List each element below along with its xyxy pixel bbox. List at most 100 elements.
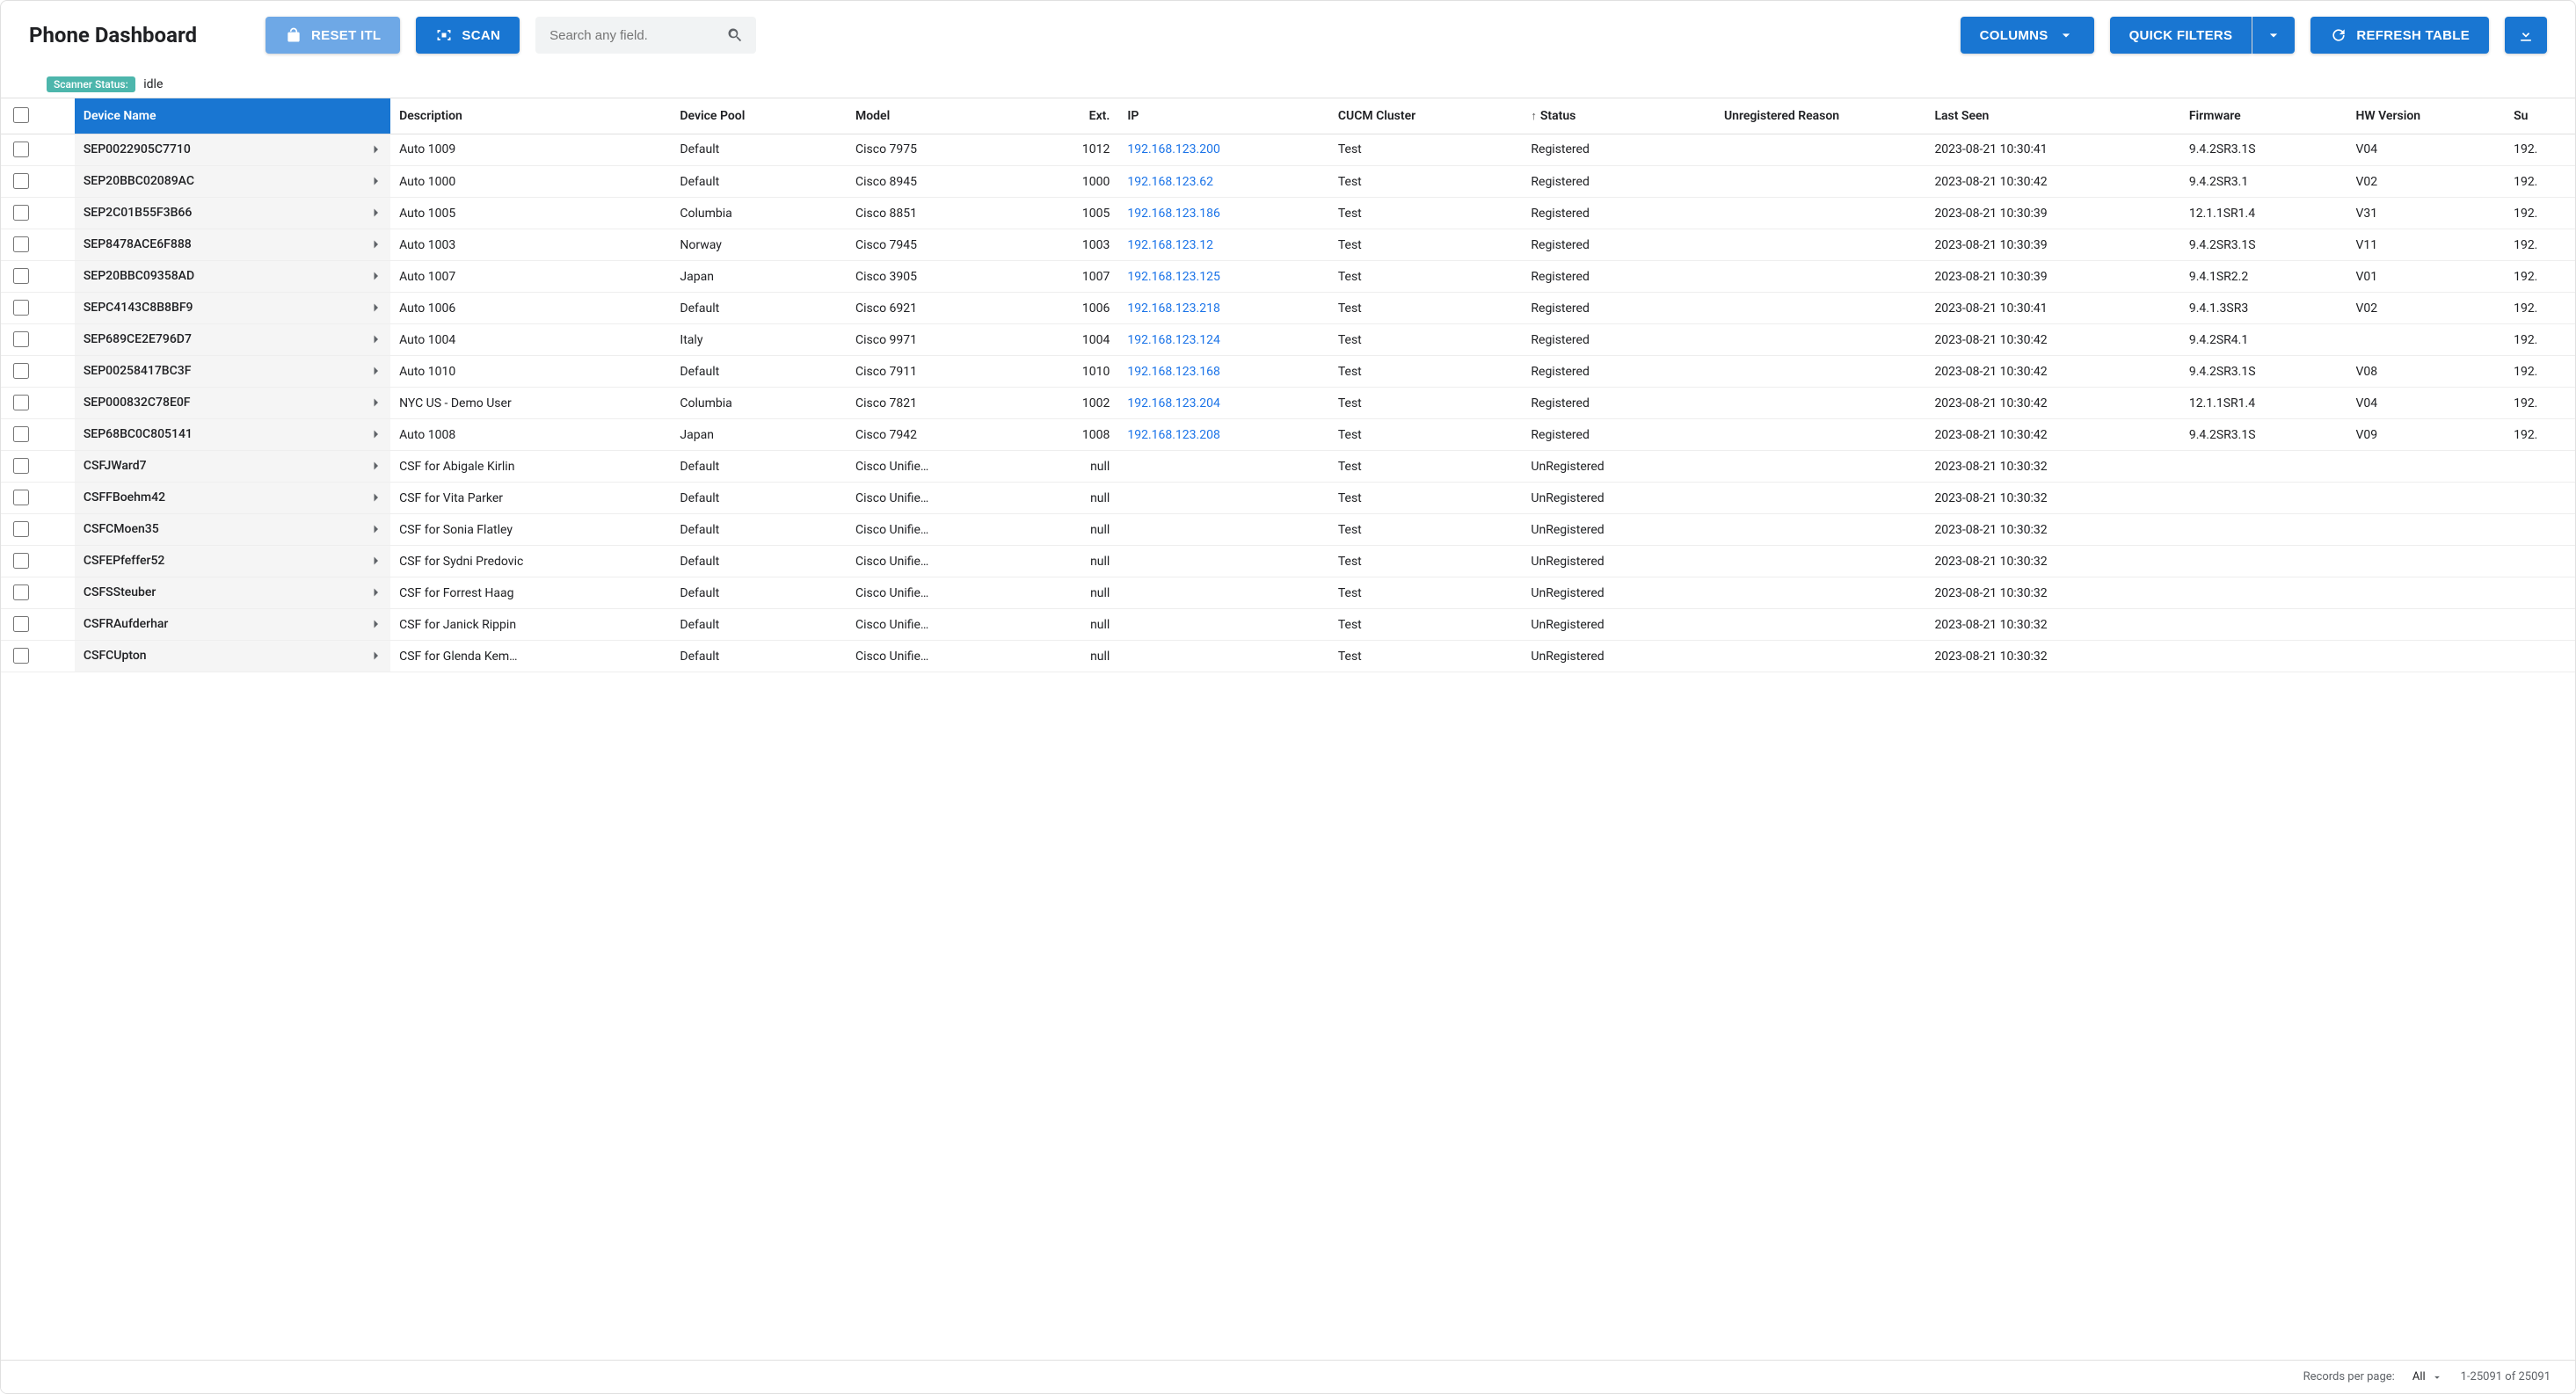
device-name-cell[interactable]: CSFRAufderhar — [75, 609, 390, 641]
row-checkbox[interactable] — [13, 205, 29, 221]
col-ext[interactable]: Ext. — [1022, 98, 1119, 134]
device-name-cell[interactable]: CSFCUpton — [75, 641, 390, 672]
model-cell: Cisco 7945 — [847, 229, 1022, 261]
row-checkbox-cell[interactable] — [1, 293, 75, 324]
row-checkbox[interactable] — [13, 616, 29, 632]
row-checkbox[interactable] — [13, 395, 29, 410]
select-all-checkbox[interactable] — [13, 107, 29, 123]
row-checkbox[interactable] — [13, 363, 29, 379]
hw-version-cell: V31 — [2347, 198, 2505, 229]
device-name-cell[interactable]: SEP000832C78E0F — [75, 388, 390, 419]
ip-link[interactable]: 192.168.123.208 — [1127, 428, 1220, 442]
row-checkbox[interactable] — [13, 268, 29, 284]
download-button[interactable] — [2505, 17, 2547, 54]
row-checkbox-cell[interactable] — [1, 483, 75, 514]
ext-cell: 1004 — [1022, 324, 1119, 356]
device-name-cell[interactable]: CSFEPfeffer52 — [75, 546, 390, 577]
ext-cell: 1005 — [1022, 198, 1119, 229]
row-checkbox-cell[interactable] — [1, 641, 75, 672]
device-name-cell[interactable]: SEP689CE2E796D7 — [75, 324, 390, 356]
model-cell: Cisco Unifie… — [847, 577, 1022, 609]
unreg-reason-cell — [1715, 229, 1926, 261]
row-checkbox-cell[interactable] — [1, 609, 75, 641]
ip-link[interactable]: 192.168.123.218 — [1127, 301, 1220, 316]
col-description[interactable]: Description — [390, 98, 671, 134]
ip-link[interactable]: 192.168.123.124 — [1127, 333, 1220, 347]
row-checkbox[interactable] — [13, 553, 29, 569]
col-device-pool[interactable]: Device Pool — [671, 98, 847, 134]
row-checkbox-cell[interactable] — [1, 577, 75, 609]
row-checkbox[interactable] — [13, 648, 29, 664]
row-checkbox-cell[interactable] — [1, 134, 75, 166]
unreg-reason-cell — [1715, 419, 1926, 451]
row-checkbox-cell[interactable] — [1, 419, 75, 451]
col-ip[interactable]: IP — [1118, 98, 1329, 134]
col-firmware[interactable]: Firmware — [2180, 98, 2347, 134]
device-name-cell[interactable]: SEP8478ACE6F888 — [75, 229, 390, 261]
device-name-cell[interactable]: SEP0022905C7710 — [75, 134, 390, 166]
row-checkbox-cell[interactable] — [1, 166, 75, 198]
ip-link[interactable]: 192.168.123.125 — [1127, 270, 1220, 284]
row-checkbox-cell[interactable] — [1, 261, 75, 293]
quick-filters-button[interactable]: QUICK FILTERS — [2110, 17, 2252, 54]
device-name-cell[interactable]: CSFSSteuber — [75, 577, 390, 609]
row-checkbox-cell[interactable] — [1, 324, 75, 356]
row-checkbox[interactable] — [13, 331, 29, 347]
device-name-cell[interactable]: SEP00258417BC3F — [75, 356, 390, 388]
row-checkbox-cell[interactable] — [1, 451, 75, 483]
row-checkbox[interactable] — [13, 584, 29, 600]
ip-link[interactable]: 192.168.123.168 — [1127, 365, 1220, 379]
device-name-cell[interactable]: SEP68BC0C805141 — [75, 419, 390, 451]
refresh-table-button[interactable]: REFRESH TABLE — [2310, 17, 2489, 54]
col-status[interactable]: ↑Status — [1522, 98, 1715, 134]
row-checkbox[interactable] — [13, 142, 29, 157]
ip-link[interactable]: 192.168.123.200 — [1127, 142, 1220, 156]
row-checkbox-cell[interactable] — [1, 198, 75, 229]
unlock-icon — [285, 26, 302, 44]
ip-link[interactable]: 192.168.123.204 — [1127, 396, 1220, 410]
firmware-cell: 12.1.1SR1.4 — [2180, 388, 2347, 419]
row-checkbox[interactable] — [13, 458, 29, 474]
device-name-cell[interactable]: CSFCMoen35 — [75, 514, 390, 546]
col-unreg-reason[interactable]: Unregistered Reason — [1715, 98, 1926, 134]
reset-itl-button[interactable]: RESET ITL — [266, 17, 400, 54]
device-name-cell[interactable]: SEP20BBC09358AD — [75, 261, 390, 293]
ip-link[interactable]: 192.168.123.12 — [1127, 238, 1213, 252]
device-name-cell[interactable]: SEPC4143C8B8BF9 — [75, 293, 390, 324]
search-field[interactable] — [535, 17, 756, 54]
col-model[interactable]: Model — [847, 98, 1022, 134]
col-last-seen[interactable]: Last Seen — [1925, 98, 2179, 134]
row-checkbox-cell[interactable] — [1, 546, 75, 577]
col-cucm[interactable]: CUCM Cluster — [1329, 98, 1523, 134]
col-sub[interactable]: Su — [2505, 98, 2575, 134]
row-checkbox[interactable] — [13, 426, 29, 442]
col-hw-version[interactable]: HW Version — [2347, 98, 2505, 134]
ip-link[interactable]: 192.168.123.62 — [1127, 175, 1213, 189]
row-checkbox[interactable] — [13, 521, 29, 537]
columns-button[interactable]: COLUMNS — [1961, 17, 2094, 54]
cucm-cell: Test — [1329, 419, 1523, 451]
row-checkbox-cell[interactable] — [1, 229, 75, 261]
row-checkbox-cell[interactable] — [1, 514, 75, 546]
phone-table-wrap[interactable]: Device Name Description Device Pool Mode… — [1, 98, 2575, 672]
last-seen-cell: 2023-08-21 10:30:41 — [1925, 134, 2179, 166]
row-checkbox-cell[interactable] — [1, 356, 75, 388]
ip-link[interactable]: 192.168.123.186 — [1127, 207, 1220, 221]
device-name-cell[interactable]: SEP20BBC02089AC — [75, 166, 390, 198]
row-checkbox-cell[interactable] — [1, 388, 75, 419]
row-checkbox[interactable] — [13, 173, 29, 189]
device-name-cell[interactable]: CSFJWard7 — [75, 451, 390, 483]
last-seen-cell: 2023-08-21 10:30:42 — [1925, 324, 2179, 356]
ip-cell: 192.168.123.186 — [1118, 198, 1329, 229]
select-all-header[interactable] — [1, 98, 75, 134]
device-name-cell[interactable]: CSFFBoehm42 — [75, 483, 390, 514]
row-checkbox[interactable] — [13, 490, 29, 505]
scan-button[interactable]: SCAN — [416, 17, 520, 54]
col-device-name[interactable]: Device Name — [75, 98, 390, 134]
row-checkbox[interactable] — [13, 236, 29, 252]
device-name-cell[interactable]: SEP2C01B55F3B66 — [75, 198, 390, 229]
row-checkbox[interactable] — [13, 300, 29, 316]
search-input[interactable] — [548, 27, 726, 44]
quick-filters-dropdown-button[interactable] — [2252, 17, 2295, 54]
rpp-select[interactable]: All — [2412, 1370, 2443, 1383]
